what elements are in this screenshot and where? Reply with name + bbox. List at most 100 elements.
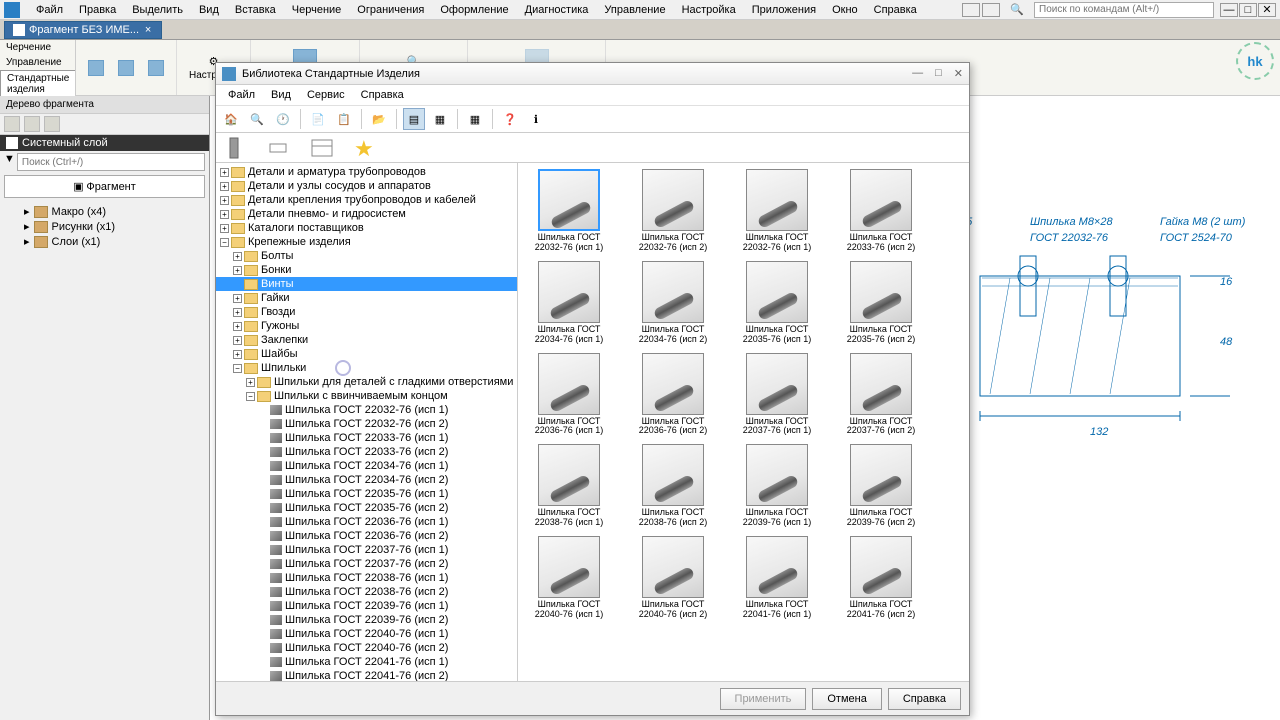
fragment-node[interactable]: ▣ Фрагмент <box>4 175 205 198</box>
lib-tree-item[interactable]: Шпилька ГОСТ 22039-76 (исп 2) <box>216 613 517 627</box>
tool-copy[interactable]: 📄 <box>307 108 329 130</box>
expand-icon[interactable]: + <box>220 182 229 191</box>
expand-icon[interactable]: + <box>233 252 242 261</box>
tool-view-list[interactable]: ▤ <box>403 108 425 130</box>
menu-Ограничения[interactable]: Ограничения <box>349 2 432 18</box>
menu-Окно[interactable]: Окно <box>824 2 866 18</box>
thumbnail-item[interactable]: Шпилька ГОСТ 22034-76 (исп 1) <box>524 261 614 345</box>
menu-Диагностика[interactable]: Диагностика <box>517 2 597 18</box>
thumbnail-item[interactable]: Шпилька ГОСТ 22033-76 (исп 2) <box>836 169 926 253</box>
small-btn-1[interactable] <box>84 58 108 78</box>
expand-icon[interactable]: − <box>233 364 242 373</box>
lib-tree-item[interactable]: Шпилька ГОСТ 22041-76 (исп 1) <box>216 655 517 669</box>
lib-tree-item[interactable]: Шпилька ГОСТ 22032-76 (исп 1) <box>216 403 517 417</box>
menu-Вставка[interactable]: Вставка <box>227 2 284 18</box>
ribbon-tab-drawing[interactable]: Черчение <box>0 40 75 55</box>
lib-tree-item[interactable]: Шпилька ГОСТ 22038-76 (исп 1) <box>216 571 517 585</box>
tree-item[interactable]: ▸Макро (x4) <box>0 204 209 219</box>
library-tree[interactable]: +Детали и арматура трубопроводов+Детали … <box>216 163 518 681</box>
thumbnail-item[interactable]: Шпилька ГОСТ 22032-76 (исп 1) <box>732 169 822 253</box>
menu-Правка[interactable]: Правка <box>71 2 124 18</box>
mode-table-tab[interactable] <box>310 136 334 160</box>
ribbon-tab-management[interactable]: Управление <box>0 55 75 70</box>
lib-tree-item[interactable]: Шпилька ГОСТ 22035-76 (исп 2) <box>216 501 517 515</box>
thumbnail-item[interactable]: Шпилька ГОСТ 22037-76 (исп 1) <box>732 353 822 437</box>
tool-paste[interactable]: 📋 <box>333 108 355 130</box>
thumbnail-item[interactable]: Шпилька ГОСТ 22040-76 (исп 2) <box>628 536 718 620</box>
lib-tree-item[interactable]: Шпилька ГОСТ 22037-76 (исп 1) <box>216 543 517 557</box>
lib-tree-item[interactable]: +Гайки <box>216 291 517 305</box>
tree-tool-3[interactable] <box>44 116 60 132</box>
dialog-minimize-button[interactable]: — <box>912 67 923 80</box>
lib-tree-item[interactable]: Шпилька ГОСТ 22037-76 (исп 2) <box>216 557 517 571</box>
tool-view-detail[interactable]: ▦ <box>429 108 451 130</box>
menu-Настройка[interactable]: Настройка <box>674 2 744 18</box>
tool-help[interactable]: ❓ <box>499 108 521 130</box>
thumbnail-item[interactable]: Шпилька ГОСТ 22039-76 (исп 2) <box>836 444 926 528</box>
lib-tree-item[interactable]: +Бонки <box>216 263 517 277</box>
help-button[interactable]: Справка <box>888 688 961 710</box>
expand-icon[interactable]: + <box>220 168 229 177</box>
lib-tree-item[interactable]: Шпилька ГОСТ 22036-76 (исп 1) <box>216 515 517 529</box>
lib-tree-item[interactable]: +Болты <box>216 249 517 263</box>
lib-tree-item[interactable]: +Детали пневмо- и гидросистем <box>216 207 517 221</box>
layout-icon-1[interactable] <box>962 3 980 17</box>
lib-tree-item[interactable]: −Шпильки с ввинчиваемым концом <box>216 389 517 403</box>
lib-tree-item[interactable]: Шпилька ГОСТ 22034-76 (исп 2) <box>216 473 517 487</box>
dialog-close-button[interactable]: ✕ <box>954 67 963 80</box>
ribbon-tab-standard[interactable]: Стандартные изделия <box>0 70 75 98</box>
close-button[interactable]: ✕ <box>1258 3 1276 17</box>
menu-Оформление[interactable]: Оформление <box>432 2 516 18</box>
lib-tree-item[interactable]: Шпилька ГОСТ 22036-76 (исп 2) <box>216 529 517 543</box>
thumbnail-item[interactable]: Шпилька ГОСТ 22032-76 (исп 1) <box>524 169 614 253</box>
lib-tree-item[interactable]: +Детали крепления трубопроводов и кабеле… <box>216 193 517 207</box>
dlg-menu-Файл[interactable]: Файл <box>222 87 261 103</box>
lib-tree-item[interactable]: Шпилька ГОСТ 22039-76 (исп 1) <box>216 599 517 613</box>
lib-tree-item[interactable]: Винты <box>216 277 517 291</box>
tree-tool-2[interactable] <box>24 116 40 132</box>
tool-find[interactable]: 🔍 <box>246 108 268 130</box>
menu-Выделить[interactable]: Выделить <box>124 2 191 18</box>
menu-Управление[interactable]: Управление <box>596 2 673 18</box>
thumbnail-item[interactable]: Шпилька ГОСТ 22036-76 (исп 1) <box>524 353 614 437</box>
minimize-button[interactable]: — <box>1220 3 1238 17</box>
lib-tree-item[interactable]: +Гужоны <box>216 319 517 333</box>
dialog-titlebar[interactable]: Библиотека Стандартные Изделия — □ ✕ <box>216 63 969 85</box>
mode-assembly-tab[interactable] <box>266 136 290 160</box>
expand-icon[interactable]: + <box>246 378 255 387</box>
lib-tree-item[interactable]: +Детали и узлы сосудов и аппаратов <box>216 179 517 193</box>
close-tab-icon[interactable]: × <box>143 25 153 35</box>
maximize-button[interactable]: □ <box>1239 3 1257 17</box>
thumbnail-item[interactable]: Шпилька ГОСТ 22037-76 (исп 2) <box>836 353 926 437</box>
lib-tree-item[interactable]: Шпилька ГОСТ 22034-76 (исп 1) <box>216 459 517 473</box>
expand-icon[interactable]: + <box>220 224 229 233</box>
lib-tree-item[interactable]: +Каталоги поставщиков <box>216 221 517 235</box>
lib-tree-item[interactable]: Шпилька ГОСТ 22041-76 (исп 2) <box>216 669 517 681</box>
doc-tab-fragment[interactable]: Фрагмент БЕЗ ИМЕ... × <box>4 21 162 39</box>
expand-icon[interactable]: − <box>246 392 255 401</box>
dialog-maximize-button[interactable]: □ <box>935 67 942 80</box>
lib-tree-item[interactable]: Шпилька ГОСТ 22040-76 (исп 1) <box>216 627 517 641</box>
thumbnail-item[interactable]: Шпилька ГОСТ 22040-76 (исп 1) <box>524 536 614 620</box>
menu-Приложения[interactable]: Приложения <box>744 2 824 18</box>
filter-icon[interactable]: ▼ <box>4 153 15 171</box>
lib-tree-item[interactable]: −Шпильки <box>216 361 517 375</box>
lib-tree-item[interactable]: +Шайбы <box>216 347 517 361</box>
tool-grid[interactable]: ▦ <box>464 108 486 130</box>
tool-info[interactable]: ℹ <box>525 108 547 130</box>
thumbnail-item[interactable]: Шпилька ГОСТ 22032-76 (исп 2) <box>628 169 718 253</box>
lib-tree-item[interactable]: Шпилька ГОСТ 22033-76 (исп 1) <box>216 431 517 445</box>
layout-icon-2[interactable] <box>982 3 1000 17</box>
tree-search-input[interactable] <box>17 153 205 171</box>
small-btn-3[interactable] <box>144 58 168 78</box>
mode-bolt-tab[interactable] <box>222 136 246 160</box>
lib-tree-item[interactable]: Шпилька ГОСТ 22032-76 (исп 2) <box>216 417 517 431</box>
tree-tool-1[interactable] <box>4 116 20 132</box>
menu-Черчение[interactable]: Черчение <box>284 2 350 18</box>
expand-icon[interactable]: + <box>233 336 242 345</box>
lib-tree-item[interactable]: Шпилька ГОСТ 22035-76 (исп 1) <box>216 487 517 501</box>
expand-icon[interactable]: + <box>233 294 242 303</box>
apply-button[interactable]: Применить <box>720 688 807 710</box>
lib-tree-item[interactable]: Шпилька ГОСТ 22038-76 (исп 2) <box>216 585 517 599</box>
thumbnail-item[interactable]: Шпилька ГОСТ 22038-76 (исп 2) <box>628 444 718 528</box>
